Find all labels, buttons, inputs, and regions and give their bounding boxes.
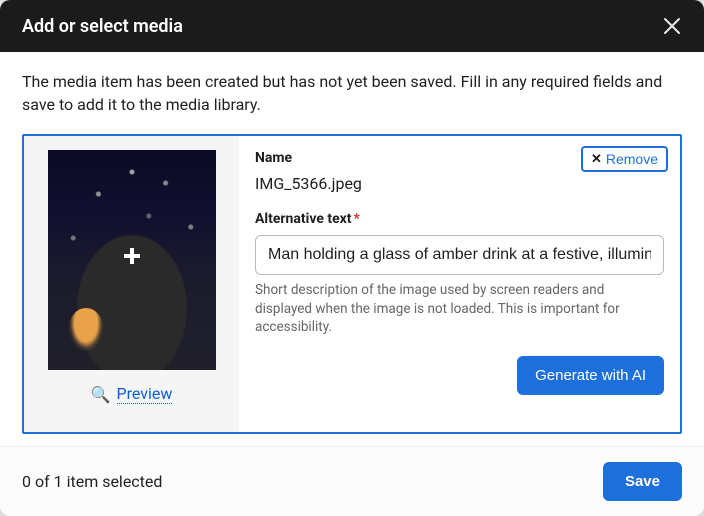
selection-count: 0 of 1 item selected <box>22 472 162 491</box>
alt-help-text: Short description of the image used by s… <box>255 281 664 336</box>
media-modal: Add or select media The media item has b… <box>0 0 704 516</box>
required-indicator: * <box>354 211 360 227</box>
thumbnail-column: 🔍 Preview <box>24 136 239 432</box>
plus-icon <box>124 248 140 264</box>
thumbnail-image[interactable] <box>48 150 216 370</box>
modal-title: Add or select media <box>22 16 183 37</box>
save-button[interactable]: Save <box>603 462 682 501</box>
close-icon <box>663 17 681 35</box>
remove-label: Remove <box>606 151 658 167</box>
modal-body: The media item has been created but has … <box>0 52 704 446</box>
alt-text-field: Alternative text* Short description of t… <box>255 211 664 336</box>
close-button[interactable] <box>662 16 682 36</box>
remove-button[interactable]: ✕ Remove <box>581 146 668 172</box>
media-item-card: 🔍 Preview ✕ Remove Name IMG_5366.jpeg Al… <box>22 134 682 434</box>
modal-footer: 0 of 1 item selected Save <box>0 446 704 516</box>
preview-link[interactable]: 🔍 Preview <box>91 384 173 404</box>
save-notice: The media item has been created but has … <box>22 70 682 116</box>
alt-label: Alternative text* <box>255 211 664 227</box>
preview-label: Preview <box>117 384 173 404</box>
form-column: ✕ Remove Name IMG_5366.jpeg Alternative … <box>239 136 680 432</box>
generate-ai-button[interactable]: Generate with AI <box>517 356 664 395</box>
remove-x-icon: ✕ <box>591 151 602 167</box>
name-value: IMG_5366.jpeg <box>255 174 664 193</box>
modal-header: Add or select media <box>0 0 704 52</box>
alt-text-input[interactable] <box>255 235 664 275</box>
magnifier-icon: 🔍 <box>91 385 111 404</box>
generate-row: Generate with AI <box>255 356 664 395</box>
